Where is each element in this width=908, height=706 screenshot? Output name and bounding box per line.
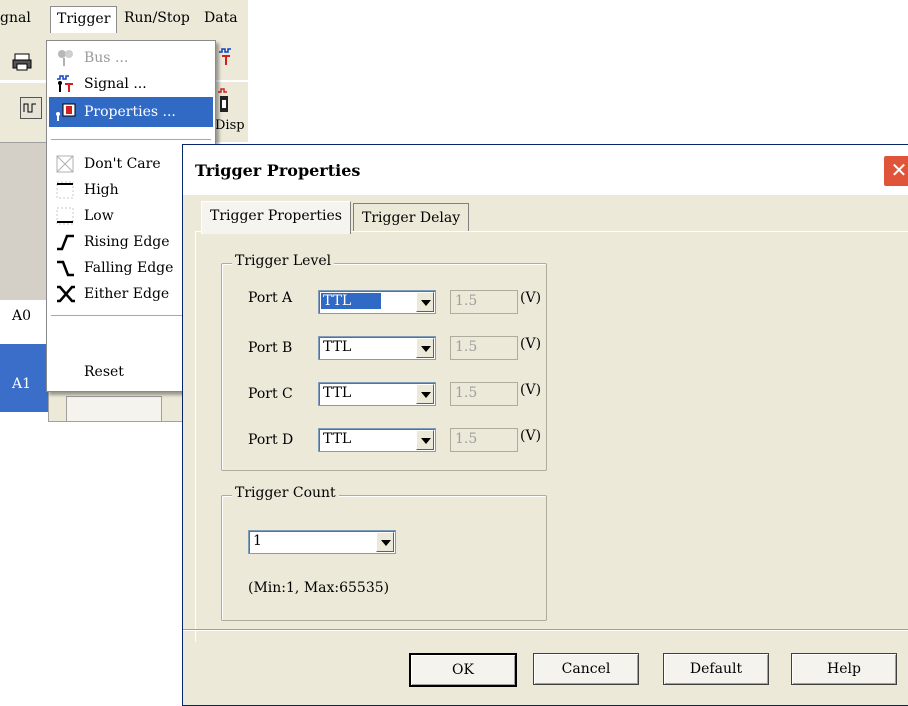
chevron-down-icon[interactable] xyxy=(416,430,434,450)
bus-icon xyxy=(54,48,78,68)
menu-data[interactable]: Data xyxy=(204,10,238,26)
default-button[interactable]: Default xyxy=(663,653,769,685)
channel-label-a1: A1 xyxy=(12,376,32,392)
print-icon[interactable] xyxy=(12,52,34,72)
close-icon[interactable]: ✕ xyxy=(883,155,908,187)
port-a-voltage-field[interactable]: 1.5 xyxy=(450,290,518,314)
port-d-label: Port D xyxy=(248,432,294,448)
trigger-level-title: Trigger Level xyxy=(232,253,335,269)
menu-run-stop[interactable]: Run/Stop xyxy=(124,10,190,26)
menu-bar: gnal Trigger Run/Stop Data xyxy=(0,0,248,41)
menu-item-signal[interactable]: Signal ... xyxy=(49,71,213,97)
properties-icon xyxy=(54,102,78,122)
trigger-count-group: Trigger Count 1 (Min:1, Max:65535) xyxy=(221,485,547,621)
port-b-mode-select[interactable]: TTL xyxy=(318,336,436,360)
trigger-level-group: Trigger Level Port A TTL 1.5 (V) Port B … xyxy=(221,253,547,471)
port-c-voltage-field[interactable]: 1.5 xyxy=(450,382,518,406)
menu-trigger[interactable]: Trigger xyxy=(50,6,118,33)
port-d-mode-select[interactable]: TTL xyxy=(318,428,436,452)
toolbar-left xyxy=(0,40,48,80)
chevron-down-icon[interactable] xyxy=(416,384,434,404)
port-c-unit: (V) xyxy=(520,382,542,398)
port-b-unit: (V) xyxy=(520,336,542,352)
help-button[interactable]: Help xyxy=(791,653,897,685)
port-d-voltage-field[interactable]: 1.5 xyxy=(450,428,518,452)
display-tool-icon[interactable] xyxy=(216,88,232,114)
chevron-down-icon[interactable] xyxy=(376,532,394,552)
signal-icon xyxy=(54,74,78,94)
divider xyxy=(183,629,908,631)
chevron-down-icon[interactable] xyxy=(416,338,434,358)
chevron-down-icon[interactable] xyxy=(416,292,434,312)
trigger-count-title: Trigger Count xyxy=(232,485,339,501)
port-d-unit: (V) xyxy=(520,428,542,444)
channel-label-a0: A0 xyxy=(12,308,32,324)
menu-item-properties[interactable]: Properties ... xyxy=(49,97,213,127)
tab-trigger-delay[interactable]: Trigger Delay xyxy=(353,203,470,232)
dont-care-icon xyxy=(54,154,78,174)
channel-cell-inner xyxy=(66,396,162,422)
port-a-unit: (V) xyxy=(520,290,542,306)
waveform-tool-icon[interactable] xyxy=(20,97,42,119)
rising-edge-icon xyxy=(54,232,78,252)
channel-row-a1[interactable]: A1 xyxy=(0,344,48,412)
menu-signal[interactable]: gnal xyxy=(0,10,31,26)
trigger-properties-dialog: Trigger Properties ✕ Trigger Properties … xyxy=(182,144,908,706)
port-c-label: Port C xyxy=(248,386,293,402)
falling-edge-icon xyxy=(54,258,78,278)
trigger-signal-tool-icon[interactable] xyxy=(218,48,234,66)
port-a-label: Port A xyxy=(248,290,293,306)
toolbar-row2-left xyxy=(0,82,48,143)
menu-separator xyxy=(51,139,211,140)
channel-row-a0[interactable]: A0 xyxy=(0,300,48,344)
tab-trigger-properties[interactable]: Trigger Properties xyxy=(201,201,351,234)
trigger-count-select[interactable]: 1 xyxy=(248,530,396,554)
toolbar-right xyxy=(212,40,248,80)
display-label: Disp xyxy=(215,118,245,133)
dialog-title: Trigger Properties xyxy=(195,161,361,180)
cancel-button[interactable]: Cancel xyxy=(533,653,639,685)
port-b-label: Port B xyxy=(248,340,293,356)
port-a-mode-select[interactable]: TTL xyxy=(318,290,436,314)
port-b-voltage-field[interactable]: 1.5 xyxy=(450,336,518,360)
ok-button[interactable]: OK xyxy=(409,653,517,687)
port-c-mode-select[interactable]: TTL xyxy=(318,382,436,406)
low-icon xyxy=(54,206,78,226)
channel-panel xyxy=(0,142,48,301)
menu-item-bus[interactable]: Bus ... xyxy=(49,45,213,71)
high-icon xyxy=(54,180,78,200)
dialog-title-bar[interactable]: Trigger Properties ✕ xyxy=(183,145,908,195)
either-edge-icon xyxy=(54,284,78,304)
toolbar-row2-right: Disp xyxy=(212,82,248,142)
trigger-count-range: (Min:1, Max:65535) xyxy=(248,580,390,596)
